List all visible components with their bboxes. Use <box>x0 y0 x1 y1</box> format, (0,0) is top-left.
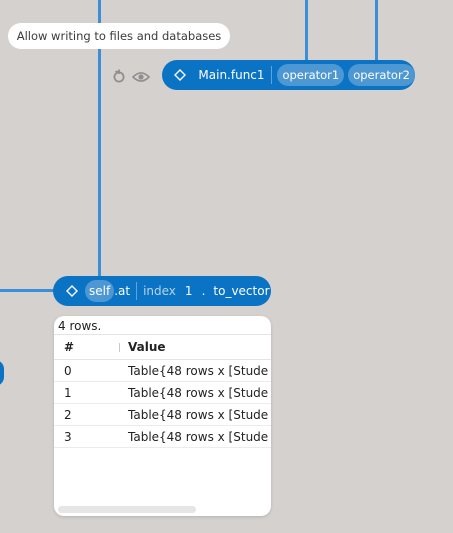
refresh-icon[interactable] <box>112 68 126 87</box>
cell-index: 1 <box>54 381 116 404</box>
cell-value: Table{48 rows x [Stude <box>116 381 271 404</box>
wire-horizontal-left <box>0 289 56 292</box>
table-row: 0 Table{48 rows x [Stude <box>54 359 271 382</box>
method-to-vector: to_vector <box>213 284 270 298</box>
dot-operator: . <box>201 284 206 298</box>
table-row: 1 Table{48 rows x [Stude <box>54 381 271 404</box>
wire-vertical-op2 <box>375 0 378 64</box>
node-separator <box>136 282 138 300</box>
node-main-func1[interactable]: Main.func1 operator1 operator2 <box>162 60 415 90</box>
value-index[interactable]: 1 <box>185 284 193 298</box>
column-header-index[interactable]: # <box>54 334 116 360</box>
table-row: 3 Table{48 rows x [Stude <box>54 425 271 448</box>
cell-index: 2 <box>54 403 116 426</box>
cell-index: 0 <box>54 359 116 382</box>
column-header-value[interactable]: Value <box>116 334 271 360</box>
rows-count: 4 rows. <box>58 319 102 333</box>
arg-operator1[interactable]: operator1 <box>277 64 345 86</box>
diamond-icon <box>174 68 187 82</box>
arg-operator2[interactable]: operator2 <box>348 64 415 86</box>
data-table: # Value 0 Table{48 rows x [Stude 1 Table… <box>54 334 271 448</box>
visualization-panel: 4 rows. # Value 0 Table{48 rows x [Stude… <box>54 316 271 516</box>
cell-value: Table{48 rows x [Stude <box>116 425 271 448</box>
tooltip: Allow writing to files and databases <box>8 23 230 49</box>
table-row: 2 Table{48 rows x [Stude <box>54 403 271 426</box>
node-actions <box>112 68 151 87</box>
horizontal-scrollbar[interactable] <box>58 506 196 513</box>
diamond-icon <box>65 284 79 298</box>
keyword-index: index <box>143 284 176 298</box>
cell-index: 3 <box>54 425 116 448</box>
node-separator <box>270 66 272 84</box>
node-name: Main.func1 <box>198 68 265 82</box>
table-header-row: # Value <box>54 334 271 360</box>
method-at: .at <box>114 284 131 298</box>
arg-self[interactable]: self <box>85 280 115 302</box>
self-label: self <box>89 284 111 298</box>
eye-icon[interactable] <box>131 68 151 87</box>
node-self-at[interactable]: self .at index 1 . to_vector <box>53 276 271 306</box>
cell-value: Table{48 rows x [Stude <box>116 359 271 382</box>
offscreen-node[interactable] <box>0 360 4 386</box>
cell-value: Table{48 rows x [Stude <box>116 403 271 426</box>
wire-vertical-op1 <box>305 0 308 64</box>
